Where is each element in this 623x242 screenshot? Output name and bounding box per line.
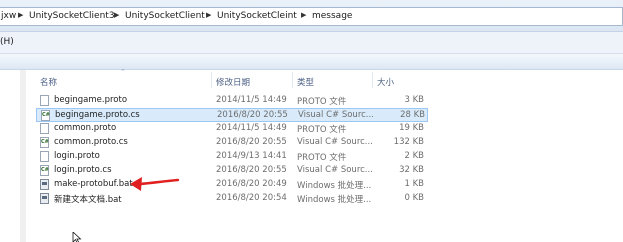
file-name: login.proto.cs (54, 165, 112, 175)
csharp-file-icon (40, 137, 49, 148)
proto-file-icon (40, 123, 49, 134)
file-modified: 2016/8/20 20:54 (216, 193, 287, 203)
file-type: PROTO 文件 (297, 97, 347, 107)
file-type: Visual C# Sourc... (297, 165, 373, 175)
file-type: Windows 批处理... (297, 181, 372, 191)
file-modified: 2016/8/20 20:55 (216, 137, 287, 147)
file-row-selected[interactable]: begingame.proto.cs 2016/8/20 20:55 Visua… (36, 108, 428, 122)
column-divider[interactable] (211, 72, 212, 88)
breadcrumb-unitysocketcleint[interactable]: UnitySocketCleint (217, 11, 297, 21)
annotation-arrow-icon (130, 177, 180, 191)
file-row[interactable]: common.proto 2014/11/5 14:49 PROTO 文件 19… (36, 122, 428, 136)
column-header-type[interactable]: 类型 (297, 76, 314, 88)
file-size: 2 KB (404, 151, 424, 161)
file-size: 3 KB (404, 95, 424, 105)
file-row[interactable]: login.proto.cs 2016/8/20 20:55 Visual C#… (36, 164, 428, 178)
file-type: PROTO 文件 (297, 153, 347, 163)
address-bar-area: jxw ▶ UnitySocketClient3 ▶ UnitySocketCl… (0, 0, 623, 32)
file-modified: 2014/9/13 14:41 (216, 151, 287, 161)
csharp-file-icon (41, 110, 50, 121)
batch-file-icon (40, 179, 49, 190)
file-size: 1 KB (404, 179, 424, 189)
menu-bar: (H) (0, 32, 623, 54)
file-row[interactable]: 新建文本文档.bat 2016/8/20 20:54 Windows 批处理..… (36, 192, 428, 206)
menu-item-help[interactable]: (H) (0, 37, 14, 47)
file-name: begingame.proto.cs (55, 110, 140, 120)
sort-arrow-icon: ⌃ (120, 68, 126, 76)
file-row[interactable]: common.proto.cs 2016/8/20 20:55 Visual C… (36, 136, 428, 150)
file-type: Visual C# Sourc... (297, 137, 373, 147)
file-size: 19 KB (399, 123, 424, 133)
breadcrumb-unitysocketclient3[interactable]: UnitySocketClient3 (29, 11, 115, 21)
file-type: PROTO 文件 (297, 125, 347, 135)
breadcrumb-separator-icon[interactable]: ▶ (301, 11, 306, 19)
file-modified: 2016/8/20 20:55 (216, 165, 287, 175)
file-type: Visual C# Sourc... (298, 110, 374, 120)
csharp-file-icon (40, 165, 49, 176)
file-modified: 2014/11/5 14:49 (216, 95, 287, 105)
navigation-scrollbar[interactable] (20, 70, 26, 242)
file-row[interactable]: login.proto 2014/9/13 14:41 PROTO 文件 2 K… (36, 150, 428, 164)
file-name: login.proto (54, 151, 100, 161)
breadcrumb-separator-icon[interactable]: ▶ (114, 11, 119, 19)
proto-file-icon (40, 95, 49, 106)
breadcrumb-unitysocketclient[interactable]: UnitySocketClient (125, 11, 205, 21)
address-bar[interactable]: jxw ▶ UnitySocketClient3 ▶ UnitySocketCl… (0, 7, 623, 26)
file-type: Windows 批处理... (297, 195, 372, 205)
file-name: 新建文本文档.bat (54, 195, 122, 205)
file-modified: 2014/11/5 14:49 (216, 123, 287, 133)
file-size: 28 KB (400, 110, 425, 120)
batch-file-icon (40, 193, 49, 204)
file-name: begingame.proto (54, 95, 128, 105)
breadcrumb-separator-icon[interactable]: ▶ (206, 11, 211, 19)
file-row[interactable]: begingame.proto 2014/11/5 14:49 PROTO 文件… (36, 94, 428, 108)
file-row[interactable]: make-protobuf.bat 2016/8/20 20:49 Window… (36, 178, 428, 192)
file-name: common.proto (54, 123, 117, 133)
column-divider[interactable] (372, 72, 373, 88)
column-header-size[interactable]: 大小 (377, 76, 394, 88)
column-divider[interactable] (292, 72, 293, 88)
file-name: common.proto.cs (54, 137, 128, 147)
file-size: 0 KB (404, 193, 424, 203)
breadcrumb-jxw[interactable]: jxw (1, 11, 16, 21)
toolbar (0, 54, 623, 70)
file-size: 32 KB (399, 165, 424, 175)
file-name: make-protobuf.bat (54, 179, 133, 189)
file-modified: 2016/8/20 20:49 (216, 179, 287, 189)
mouse-cursor-icon (72, 232, 82, 242)
column-header-name[interactable]: 名称 (40, 76, 57, 88)
breadcrumb-message[interactable]: message (312, 11, 352, 21)
breadcrumb-separator-icon[interactable]: ▶ (18, 11, 23, 19)
file-modified: 2016/8/20 20:55 (217, 110, 288, 120)
proto-file-icon (40, 151, 49, 162)
file-size: 132 KB (393, 137, 424, 147)
column-header-modified[interactable]: 修改日期 (216, 76, 250, 88)
